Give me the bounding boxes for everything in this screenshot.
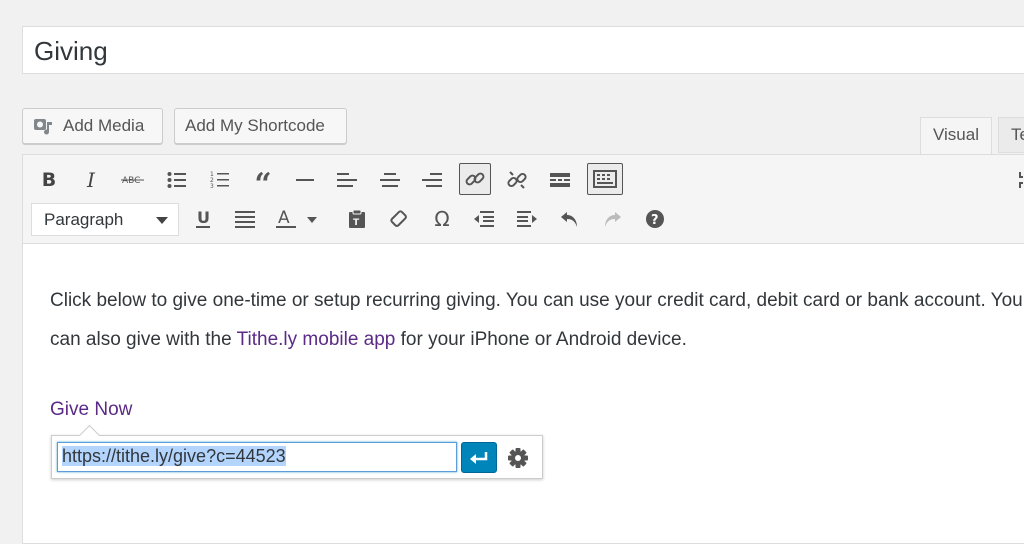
- editor-toolbar: B I ABC 123 “ Paragraph U A T Ω ?: [23, 155, 1024, 244]
- give-now-link[interactable]: Give Now: [50, 399, 132, 421]
- tab-visual[interactable]: Visual: [920, 117, 992, 155]
- text-color-icon[interactable]: A: [272, 203, 320, 235]
- italic-icon[interactable]: I: [75, 164, 107, 196]
- apply-link-button[interactable]: [461, 442, 497, 473]
- editor-area: B I ABC 123 “ Paragraph U A T Ω ? Click …: [22, 154, 1024, 544]
- special-character-icon[interactable]: Ω: [426, 203, 458, 235]
- svg-text:A: A: [278, 208, 290, 228]
- align-left-icon[interactable]: [331, 164, 363, 196]
- add-shortcode-button[interactable]: Add My Shortcode: [174, 108, 347, 144]
- insert-link-icon[interactable]: [459, 163, 491, 195]
- paragraph-text-end: for your iPhone or Android device.: [395, 329, 687, 350]
- blockquote-icon[interactable]: “: [247, 164, 279, 200]
- svg-text:ABC: ABC: [122, 176, 140, 186]
- redo-icon[interactable]: [596, 203, 628, 235]
- svg-text:U: U: [197, 209, 210, 227]
- add-media-button[interactable]: Add Media: [22, 108, 163, 144]
- svg-text:?: ?: [651, 213, 659, 228]
- undo-icon[interactable]: [554, 203, 586, 235]
- justify-icon[interactable]: [229, 203, 261, 235]
- strikethrough-icon[interactable]: ABC: [117, 164, 149, 196]
- help-icon[interactable]: ?: [639, 203, 671, 235]
- horizontal-line-icon[interactable]: [289, 164, 321, 196]
- toolbar-toggle-icon[interactable]: [587, 163, 623, 195]
- link-options-button[interactable]: [504, 444, 532, 472]
- post-title-value: Giving: [34, 36, 108, 66]
- underline-icon[interactable]: U: [187, 203, 219, 235]
- paste-text-icon[interactable]: T: [341, 203, 373, 235]
- read-more-icon[interactable]: [544, 164, 576, 196]
- fullscreen-icon[interactable]: [1009, 164, 1024, 196]
- post-body-paragraph[interactable]: Click below to give one-time or setup re…: [50, 281, 1024, 359]
- indent-icon[interactable]: [511, 203, 543, 235]
- enter-icon: [470, 451, 488, 464]
- align-right-icon[interactable]: [416, 164, 448, 196]
- add-media-label: Add Media: [63, 116, 145, 135]
- clear-formatting-icon[interactable]: [383, 203, 415, 235]
- add-shortcode-label: Add My Shortcode: [185, 116, 325, 135]
- unlink-icon[interactable]: [501, 164, 533, 196]
- numbered-list-icon[interactable]: 123: [204, 164, 236, 196]
- svg-text:T: T: [353, 218, 360, 228]
- bold-icon[interactable]: B: [33, 164, 65, 196]
- bullet-list-icon[interactable]: [161, 164, 193, 196]
- media-icon: [34, 119, 52, 135]
- gear-icon: [508, 448, 528, 468]
- svg-text:3: 3: [210, 183, 214, 190]
- post-title-field[interactable]: Giving: [22, 26, 1024, 74]
- chevron-down-icon: [156, 217, 168, 224]
- outdent-icon[interactable]: [468, 203, 500, 235]
- align-center-icon[interactable]: [374, 164, 406, 196]
- link-url-input[interactable]: https://tithe.ly/give?c=44523: [57, 442, 457, 472]
- format-select[interactable]: Paragraph: [31, 203, 179, 236]
- tab-text[interactable]: Te: [998, 117, 1024, 153]
- format-select-value: Paragraph: [44, 210, 124, 229]
- tithely-app-link[interactable]: Tithe.ly mobile app: [237, 329, 396, 350]
- inline-link-popup: https://tithe.ly/give?c=44523: [51, 424, 543, 479]
- link-url-value: https://tithe.ly/give?c=44523: [62, 446, 286, 466]
